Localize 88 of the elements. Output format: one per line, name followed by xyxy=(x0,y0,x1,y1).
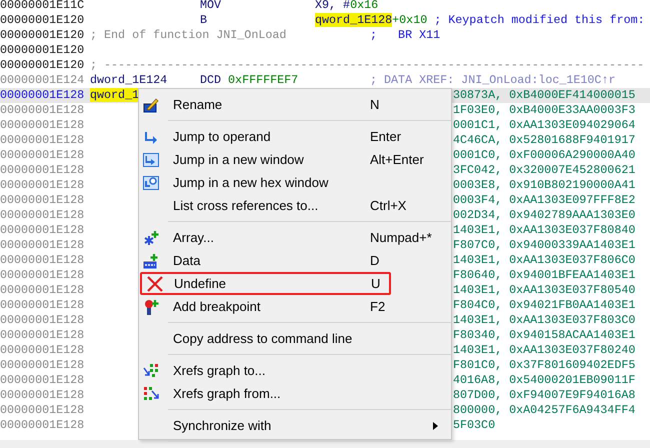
data-text: 1403E1, 0xAA1303E037F803C0 xyxy=(453,313,636,328)
menu-item[interactable]: Synchronize with xyxy=(139,414,451,437)
address-text: 00000001E128 xyxy=(0,163,86,178)
mnemonic-text: MOV xyxy=(200,0,222,13)
address-text: 00000001E124 xyxy=(0,73,86,88)
comment-text: ; End of function JNI_OnLoad xyxy=(90,28,286,43)
menu-item[interactable]: Xrefs graph to... xyxy=(139,359,451,382)
operand-text: qword_1E128 xyxy=(315,13,392,27)
address-text: 00000001E128 xyxy=(0,148,86,163)
address-text: 00000001E128 xyxy=(0,133,86,148)
data-text: 1F03E0, 0xB4000E33AA0003F3 xyxy=(453,103,636,118)
menu-item[interactable]: List cross references to... Ctrl+X xyxy=(139,194,451,217)
data-text: 002D34, 0x9402789AAA1303E0 xyxy=(453,208,636,223)
label-text: qword_1 xyxy=(90,88,140,102)
menu-item[interactable]: Rename N xyxy=(139,93,451,116)
data-text: F80340, 0x940158ACAA1403E1 xyxy=(453,328,636,343)
data-text: 4C46CA, 0x52801688F9401917 xyxy=(453,133,636,148)
address-text: 00000001E128 xyxy=(0,343,86,358)
menu-item[interactable]: Copy address to command line xyxy=(139,327,451,350)
data-block-plus-icon xyxy=(143,252,159,268)
address-text: 00000001E128 xyxy=(0,103,86,118)
address-text: 00000001E128 xyxy=(0,373,86,388)
menu-item[interactable]: Jump in a new hex window xyxy=(139,171,451,194)
address-text: 00000001E128 xyxy=(0,208,86,223)
menu-item[interactable]: Jump to operand Enter xyxy=(139,125,451,148)
comment-text: ; DATA XREF: JNI_OnLoad:loc_1E10C↑r xyxy=(370,73,616,88)
data-text: 1403E1, 0xAA1303E037F80240 xyxy=(453,343,636,358)
address-text: 00000001E128 xyxy=(0,238,86,253)
menu-item[interactable]: Data D xyxy=(139,249,451,272)
address-text: 00000001E128 xyxy=(0,298,86,313)
window-magnifier-icon xyxy=(143,174,159,190)
address-text: 00000001E128 xyxy=(0,418,86,433)
comment-text: ; Keypatch modified this from: xyxy=(434,13,645,28)
operand-text: 0xFFFFFEF7 xyxy=(228,73,298,87)
data-text: 1403E1, 0xAA1303E037F80840 xyxy=(453,223,636,238)
menu-item[interactable]: Xrefs graph from... xyxy=(139,382,451,405)
address-text: 00000001E120 xyxy=(0,43,86,58)
address-text: 00000001E128 xyxy=(0,223,86,238)
mnemonic-text: B xyxy=(200,13,208,28)
operand-text: X9, # xyxy=(315,0,350,12)
address-text: 00000001E120 xyxy=(0,58,86,73)
data-text: F804C0, 0x94021FB0AA1403E1 xyxy=(453,298,636,313)
address-text: 00000001E128 xyxy=(0,118,86,133)
data-text: 0003E8, 0x910B802190000A41 xyxy=(453,178,636,193)
address-text: 00000001E120 xyxy=(0,28,86,43)
data-text: 1403E1, 0xAA1303E037F80540 xyxy=(453,283,636,298)
label-text: dword_1E124 xyxy=(90,73,168,87)
breakpoint-icon xyxy=(143,298,159,314)
address-text: 00000001E128 xyxy=(0,358,86,373)
operand-text: 0x16 xyxy=(350,0,378,12)
data-text: F807C0, 0x94000339AA1403E1 xyxy=(453,238,636,253)
address-text: 00000001E128 xyxy=(0,328,86,343)
data-text: 30873A, 0xB4000EF414000015 xyxy=(453,88,636,103)
cross-icon xyxy=(147,276,163,292)
address-text: 00000001E128 xyxy=(0,268,86,283)
data-text: 5F03C0 xyxy=(453,418,496,433)
operand-text: +0x10 xyxy=(392,13,428,27)
data-text: 807D00, 0xF94007E9F94016A8 xyxy=(453,388,636,403)
data-text: 0001C1, 0xAA1303E094029064 xyxy=(453,118,636,133)
menu-item[interactable]: Undefine U xyxy=(140,272,391,295)
data-text: 3FC042, 0x320007E452800621 xyxy=(453,163,636,178)
data-text: 1403E1, 0xAA1303E037F806C0 xyxy=(453,253,636,268)
address-text: 00000001E128 xyxy=(0,193,86,208)
pencil-icon xyxy=(143,96,159,112)
address-text: 00000001E120 xyxy=(0,13,86,28)
menu-item[interactable]: Add breakpoint F2 xyxy=(139,295,451,318)
address-text: 00000001E128 xyxy=(0,178,86,193)
menu-item[interactable]: Array... Numpad+* xyxy=(139,226,451,249)
address-text: 00000001E128 xyxy=(0,88,86,103)
mnemonic-text: DCD xyxy=(200,73,222,88)
address-text: 00000001E11C xyxy=(0,0,86,13)
data-text: 800000, 0xA04257F6A9434FF4 xyxy=(453,403,636,418)
asterisk-plus-icon xyxy=(143,230,159,246)
graph-arrow-icon xyxy=(143,362,159,378)
data-text: 0001C0, 0xF00006A290000A40 xyxy=(453,148,636,163)
data-text: 4016A8, 0x54000201EB09011F xyxy=(453,373,636,388)
graph-arrow-icon xyxy=(143,386,159,402)
address-text: 00000001E128 xyxy=(0,313,86,328)
address-text: 00000001E128 xyxy=(0,253,86,268)
menu-item[interactable]: Jump in a new window Alt+Enter xyxy=(139,148,451,171)
data-text: F801C0, 0x37F801609402EDF5 xyxy=(453,358,636,373)
data-text: F80640, 0x94001BFEAA1403E1 xyxy=(453,268,636,283)
comment-text: ; BR X11 xyxy=(370,28,440,43)
address-text: 00000001E128 xyxy=(0,283,86,298)
address-text: 00000001E128 xyxy=(0,403,86,418)
comment-text: ; ----------------------------------------------------------------------------- xyxy=(90,58,644,73)
data-text: 0003F4, 0xAA1303E097FFF8E2 xyxy=(453,193,636,208)
address-text: 00000001E128 xyxy=(0,388,86,403)
